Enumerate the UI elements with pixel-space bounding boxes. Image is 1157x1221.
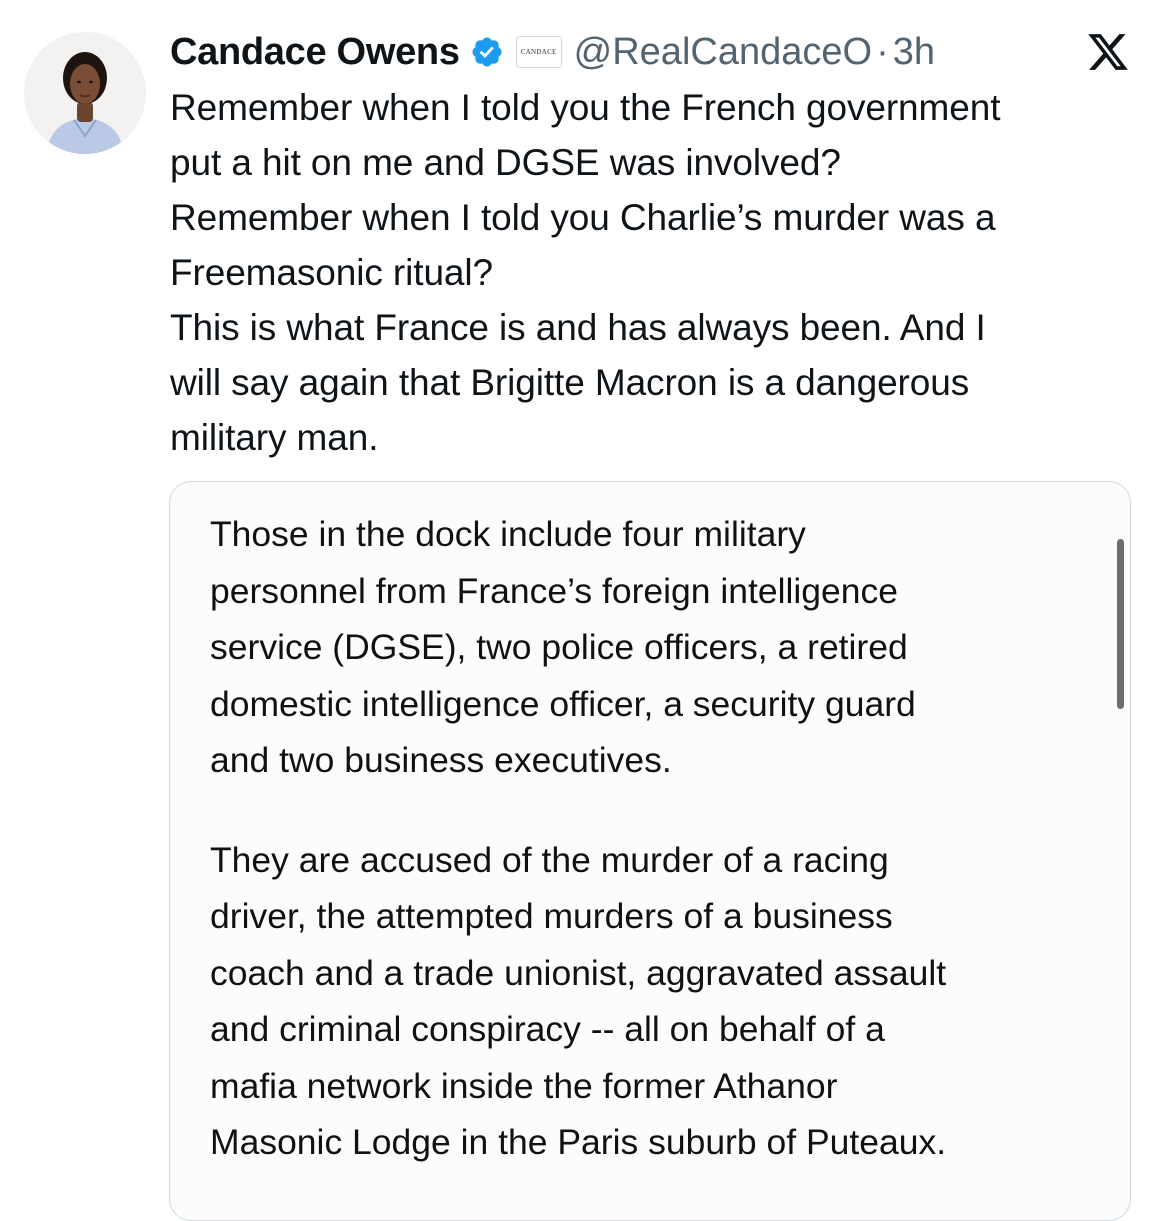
avatar-image [24, 32, 146, 154]
quoted-paragraph: Those in the dock include four military … [210, 514, 916, 780]
author-handle[interactable]: @RealCandaceO [574, 31, 872, 74]
avatar[interactable] [24, 32, 146, 154]
quoted-text: Those in the dock include four military … [210, 506, 1090, 1171]
verified-badge-icon [470, 35, 504, 69]
tweet-text-line: This is what France is and has always be… [170, 307, 986, 458]
tweet-text-line: Remember when I told you the French gove… [170, 87, 1001, 183]
author-name[interactable]: Candace Owens [170, 31, 460, 74]
quoted-paragraph: They are accused of the murder of a raci… [210, 839, 947, 1163]
quoted-image-card[interactable]: Those in the dock include four military … [169, 481, 1131, 1221]
affiliate-badge[interactable]: CANDACE [515, 36, 562, 68]
tweet-text: Remember when I told you the French gove… [170, 80, 1140, 465]
timestamp[interactable]: 3h [893, 31, 935, 74]
separator-dot: · [876, 30, 889, 73]
tweet-text-line: Remember when I told you Charlie’s murde… [170, 197, 996, 293]
tweet-header: Candace Owens CANDACE @RealCandaceO · 3h [170, 24, 935, 80]
tweet[interactable]: Candace Owens CANDACE @RealCandaceO · 3h… [0, 0, 1157, 1221]
scrollbar[interactable] [1117, 539, 1124, 709]
x-logo-icon [1086, 30, 1130, 74]
